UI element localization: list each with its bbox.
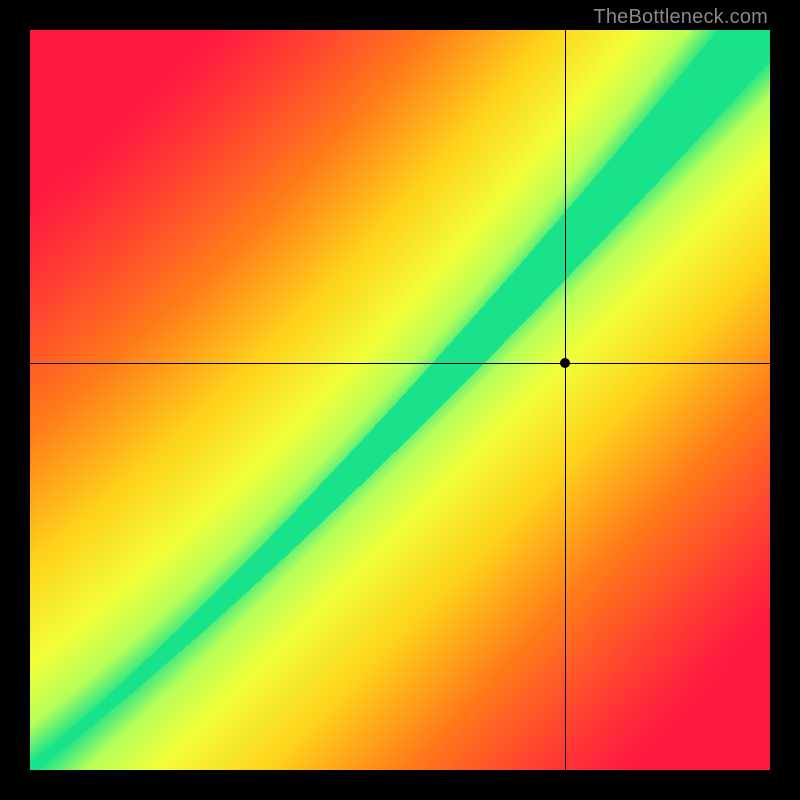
crosshair-horizontal [30,363,770,364]
heatmap-frame [30,30,770,770]
watermark-text: TheBottleneck.com [593,6,768,29]
marker-dot [560,358,570,368]
heatmap-canvas [30,30,770,770]
crosshair-vertical [565,30,566,770]
